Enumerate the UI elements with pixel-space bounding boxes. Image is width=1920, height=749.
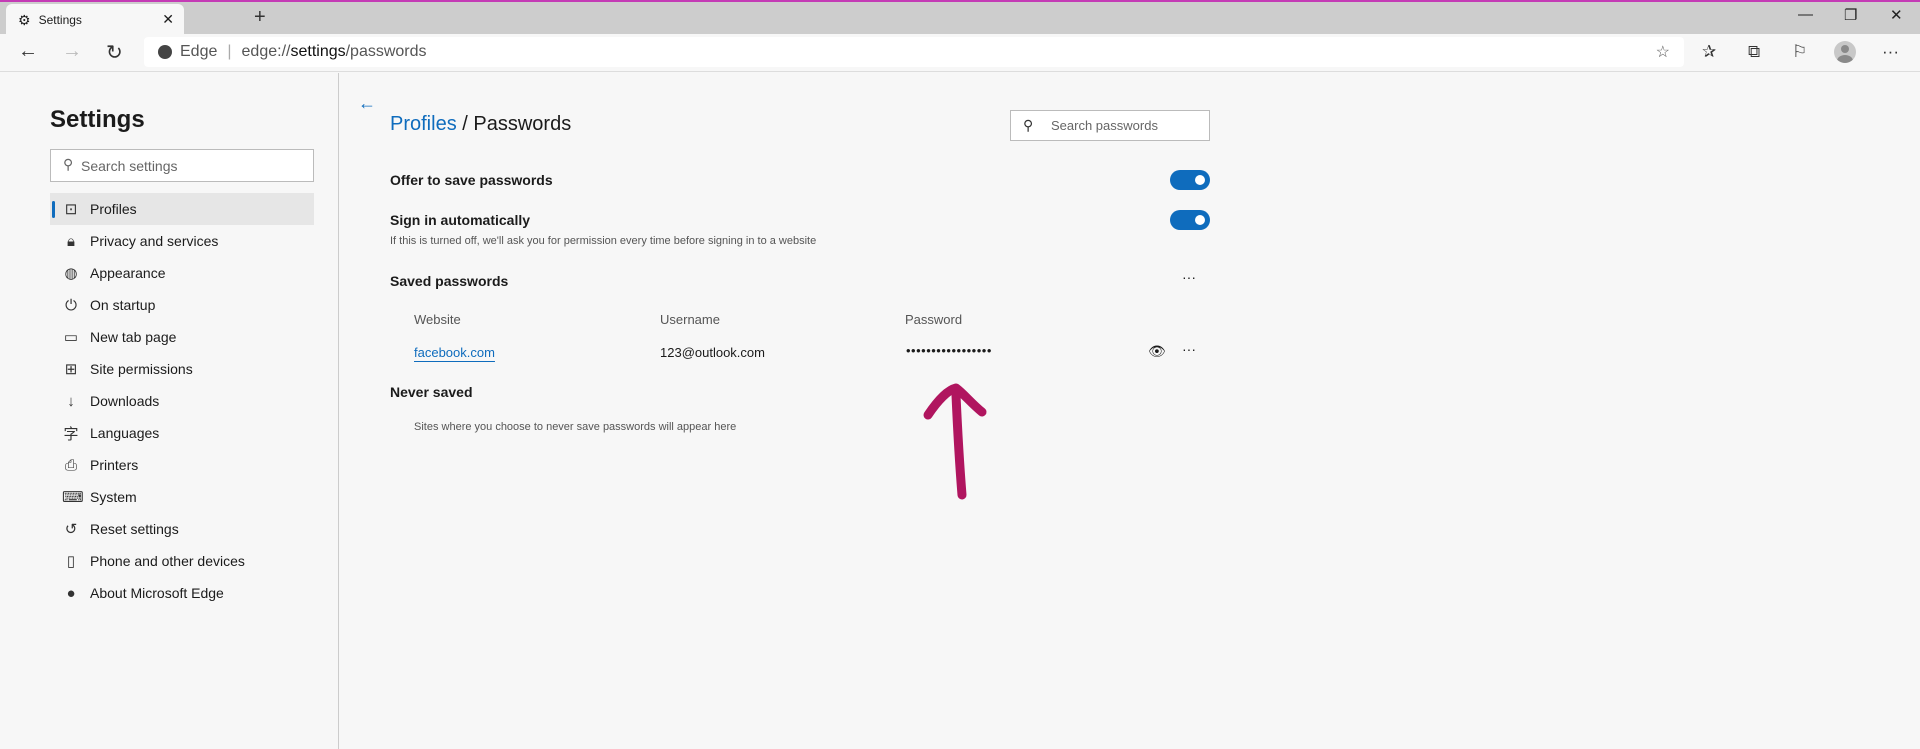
saved-passwords-title: Saved passwords: [390, 273, 509, 289]
close-window-button[interactable]: ✕: [1890, 6, 1903, 24]
sidebar-item-privacy-and-services[interactable]: 🔒︎ Privacy and services: [50, 225, 314, 257]
profile-avatar[interactable]: [1834, 41, 1856, 63]
offer-label: Offer to save passwords: [390, 172, 553, 188]
lock-icon: 🔒︎: [67, 232, 75, 250]
back-button[interactable]: ←: [18, 40, 38, 63]
search-icon: ⚲: [63, 156, 74, 172]
tab-bar: ⚙ Settings ✕ + — ❐ ✕: [0, 2, 1920, 36]
sidebar-item-appearance[interactable]: ◍ Appearance: [50, 257, 314, 289]
minimize-button[interactable]: —: [1798, 6, 1813, 23]
favorites-icon[interactable]: ✰: [1702, 42, 1716, 62]
download-icon: ↓: [67, 392, 75, 410]
collections-icon[interactable]: ⧉: [1748, 42, 1760, 62]
sidebar-item-label: Privacy and services: [90, 233, 219, 249]
new-tab-button[interactable]: +: [254, 6, 266, 29]
close-tab-icon[interactable]: ✕: [162, 11, 174, 28]
sidebar-item-label: Profiles: [90, 201, 137, 217]
sign-in-automatically-toggle[interactable]: [1170, 210, 1210, 230]
column-username: Username: [660, 312, 720, 327]
sidebar-item-on-startup[interactable]: ⏻ On startup: [50, 289, 314, 321]
settings-sidebar: Settings ⚲ Search settings ⊡ Profiles 🔒︎ Pr…: [0, 73, 339, 749]
site-permissions-icon: ⊞: [64, 361, 78, 378]
edge-icon: [158, 45, 172, 59]
sidebar-item-label: New tab page: [90, 329, 177, 345]
more-menu-icon[interactable]: ···: [1882, 42, 1899, 62]
saved-passwords-more-icon[interactable]: ···: [1182, 269, 1196, 285]
new-tab-icon: ▭: [63, 329, 79, 346]
url-start: edge://: [241, 43, 291, 60]
url-bold: settings: [290, 43, 346, 60]
settings-title: Settings: [50, 106, 145, 133]
search-placeholder: Search settings: [81, 157, 178, 174]
sidebar-item-label: Site permissions: [90, 361, 193, 377]
signin-label: Sign in automatically: [390, 212, 531, 228]
breadcrumb-separator: /: [462, 113, 468, 135]
sidebar-item-site-permissions[interactable]: ⊞ Site permissions: [50, 353, 314, 385]
sidebar-item-label: Printers: [90, 457, 139, 473]
website-link[interactable]: facebook.com: [414, 345, 495, 360]
reset-icon: ↺: [64, 521, 78, 538]
forward-button[interactable]: →: [62, 40, 82, 63]
address-bar[interactable]: Edge | edge://settings/passwords ☆: [144, 37, 1684, 67]
profile-icon: ⊡: [64, 201, 78, 218]
sidebar-item-languages[interactable]: 字 Languages: [50, 417, 314, 449]
password-cell: •••••••••••••••••: [906, 343, 992, 358]
username-cell: 123@outlook.com: [660, 345, 765, 360]
phone-icon: ▯: [66, 553, 76, 570]
laptop-icon: ⌨: [62, 489, 84, 506]
search-settings-input[interactable]: ⚲ Search settings: [50, 149, 314, 182]
sidebar-item-printers[interactable]: ⎙ Printers: [50, 449, 314, 481]
sidebar-item-profiles[interactable]: ⊡ Profiles: [50, 193, 314, 225]
never-saved-title: Never saved: [390, 384, 473, 400]
sidebar-item-new-tab-page[interactable]: ▭ New tab page: [50, 321, 314, 353]
refresh-button[interactable]: ↻: [106, 40, 123, 65]
printer-icon: ⎙: [64, 456, 77, 474]
palette-icon: ◍: [64, 265, 78, 282]
column-website: Website: [414, 312, 461, 327]
address-divider: |: [227, 43, 232, 60]
tab-settings[interactable]: ⚙ Settings ✕: [6, 4, 184, 36]
row-more-icon[interactable]: ···: [1182, 341, 1196, 357]
never-saved-description: Sites where you choose to never save pas…: [414, 421, 737, 433]
sidebar-item-label: Phone and other devices: [90, 553, 245, 569]
signin-description: If this is turned off, we'll ask you for…: [390, 235, 817, 247]
sidebar-item-label: On startup: [90, 297, 156, 313]
sidebar-item-reset-settings[interactable]: ↺ Reset settings: [50, 513, 314, 545]
breadcrumb-profiles[interactable]: Profiles: [390, 113, 457, 135]
edge-icon: ●: [66, 584, 76, 602]
sidebar-item-label: Reset settings: [90, 521, 179, 537]
sidebar-item-downloads[interactable]: ↓ Downloads: [50, 385, 314, 417]
toolbar: ← → ↻ Edge | edge://settings/passwords ☆…: [0, 34, 1920, 72]
page-title: Passwords: [473, 113, 572, 135]
show-password-eye-icon[interactable]: 👁: [1148, 343, 1166, 360]
sidebar-item-label: Languages: [90, 425, 160, 441]
sidebar-item-system[interactable]: ⌨ System: [50, 481, 314, 513]
sidebar-item-phone-and-other-devices[interactable]: ▯ Phone and other devices: [50, 545, 314, 577]
tab-title: Settings: [38, 13, 82, 27]
annotation-arrow: [923, 383, 987, 500]
search-passwords-input[interactable]: ⚲ Search passwords: [1010, 110, 1210, 141]
feedback-icon[interactable]: ⚐: [1792, 42, 1807, 62]
breadcrumb: Profiles / Passwords: [390, 113, 571, 136]
offer-to-save-toggle[interactable]: [1170, 170, 1210, 190]
sidebar-item-label: Appearance: [90, 265, 166, 281]
sidebar-item-label: System: [90, 489, 137, 505]
search-icon: ⚲: [1023, 117, 1034, 133]
sidebar-item-about-microsoft-edge[interactable]: ● About Microsoft Edge: [50, 577, 314, 609]
column-password: Password: [905, 312, 963, 327]
sidebar-item-label: About Microsoft Edge: [90, 585, 224, 601]
power-icon: ⏻: [65, 296, 77, 314]
url-end: /passwords: [345, 43, 427, 60]
favorite-star-icon[interactable]: ☆: [1656, 42, 1670, 62]
back-arrow-icon[interactable]: ←: [358, 93, 376, 114]
search-placeholder: Search passwords: [1051, 118, 1158, 133]
restore-button[interactable]: ❐: [1844, 6, 1857, 24]
gear-icon: ⚙: [18, 11, 31, 28]
languages-icon: 字: [63, 425, 79, 443]
sidebar-item-label: Downloads: [90, 393, 160, 409]
address-prefix: Edge: [180, 43, 218, 60]
